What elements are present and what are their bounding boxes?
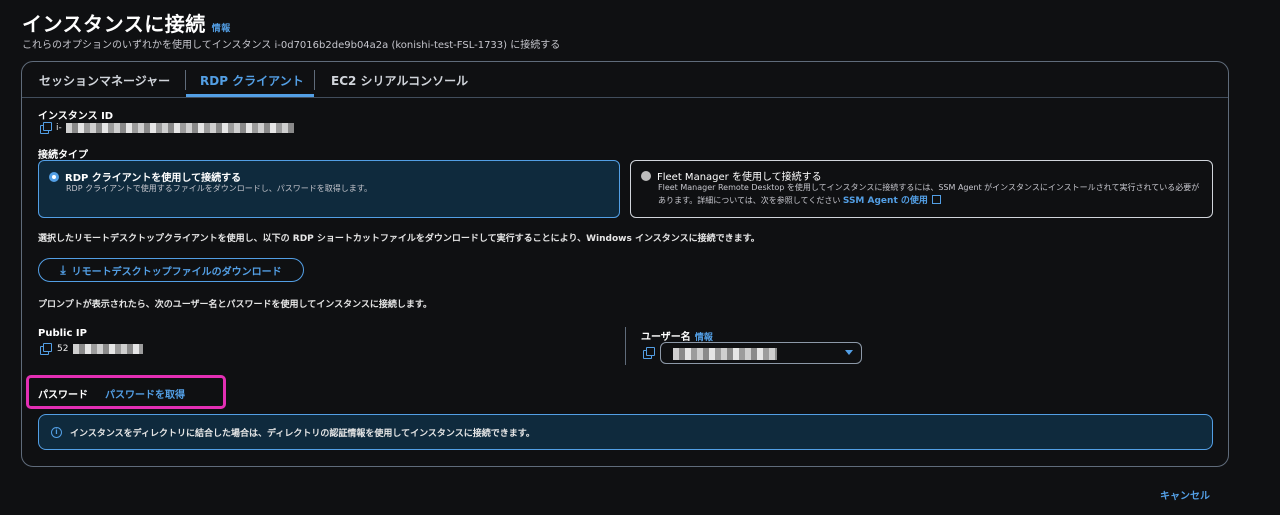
tab-divider bbox=[314, 70, 315, 90]
fleet-option-desc: Fleet Manager Remote Desktop を使用してインスタンス… bbox=[658, 181, 1203, 208]
instance-id-row: i- bbox=[40, 122, 294, 134]
public-ip-prefix: 52 bbox=[57, 344, 69, 354]
download-button-label: リモートデスクトップファイルのダウンロード bbox=[71, 266, 282, 278]
page-title: インスタンスに接続 bbox=[22, 12, 206, 36]
copy-icon[interactable] bbox=[40, 122, 52, 134]
copy-icon[interactable] bbox=[40, 343, 52, 355]
tab-divider bbox=[185, 70, 186, 90]
external-link-icon bbox=[932, 195, 942, 204]
title-info-link[interactable]: 情報 bbox=[212, 21, 231, 34]
instance-id-value-redacted bbox=[65, 123, 294, 133]
tab-rdp-client[interactable]: RDP クライアント bbox=[200, 72, 304, 89]
get-password-link[interactable]: パスワードを取得 bbox=[105, 386, 185, 401]
tab-bar: セッションマネージャー RDP クライアント EC2 シリアルコンソール bbox=[22, 62, 1228, 98]
rdp-option-desc: RDP クライアントで使用するファイルをダウンロードし、パスワードを取得します。 bbox=[66, 184, 372, 193]
radio-unselected[interactable] bbox=[641, 170, 651, 181]
info-icon: i bbox=[51, 426, 62, 438]
instance-id-label: インスタンス ID bbox=[38, 111, 114, 122]
username-select[interactable] bbox=[660, 342, 862, 364]
fleet-desc-text: Fleet Manager Remote Desktop を使用してインスタンス… bbox=[658, 183, 1200, 205]
chevron-down-icon bbox=[845, 350, 853, 355]
public-ip-value-redacted bbox=[73, 344, 144, 354]
column-divider bbox=[625, 327, 626, 365]
download-rdp-file-button[interactable]: ⤓ リモートデスクトップファイルのダウンロード bbox=[38, 258, 304, 282]
connection-type-label: 接続タイプ bbox=[38, 150, 88, 161]
username-label-row: ユーザー名 情報 bbox=[641, 328, 713, 343]
instance-id-prefix: i- bbox=[56, 123, 62, 133]
cancel-button[interactable]: キャンセル bbox=[1160, 487, 1210, 502]
ssm-agent-link[interactable]: SSM Agent の使用 bbox=[843, 196, 928, 206]
page-subtitle: これらのオプションのいずれかを使用してインスタンス i-0d7016b2de9b… bbox=[22, 40, 561, 51]
radio-selected[interactable] bbox=[49, 171, 59, 182]
info-alert: i インスタンスをディレクトリに結合した場合は、ディレクトリの認証情報を使用して… bbox=[38, 414, 1213, 450]
public-ip-label: Public IP bbox=[38, 328, 87, 339]
rdp-connection-option[interactable]: RDP クライアントを使用して接続する RDP クライアントで使用するファイルを… bbox=[38, 160, 620, 218]
copy-icon[interactable] bbox=[643, 347, 655, 359]
page-title-row: インスタンスに接続 情報 bbox=[22, 8, 231, 37]
public-ip-row: 52 bbox=[40, 343, 144, 355]
rdp-instructions: 選択したリモートデスクトップクライアントを使用し、以下の RDP ショートカット… bbox=[38, 234, 760, 244]
tab-ec2-serial-console[interactable]: EC2 シリアルコンソール bbox=[331, 72, 468, 89]
alert-text: インスタンスをディレクトリに結合した場合は、ディレクトリの認証情報を使用してイン… bbox=[70, 428, 535, 439]
username-label: ユーザー名 bbox=[641, 332, 691, 343]
username-value-redacted bbox=[673, 348, 777, 360]
download-icon: ⤓ bbox=[60, 262, 66, 277]
active-tab-indicator bbox=[186, 94, 314, 97]
prompt-text: プロンプトが表示されたら、次のユーザー名とパスワードを使用してインスタンスに接続… bbox=[38, 300, 433, 310]
tab-session-manager[interactable]: セッションマネージャー bbox=[39, 72, 170, 89]
password-label: パスワード bbox=[38, 390, 88, 401]
fleet-manager-option[interactable]: Fleet Manager を使用して接続する Fleet Manager Re… bbox=[630, 160, 1213, 218]
